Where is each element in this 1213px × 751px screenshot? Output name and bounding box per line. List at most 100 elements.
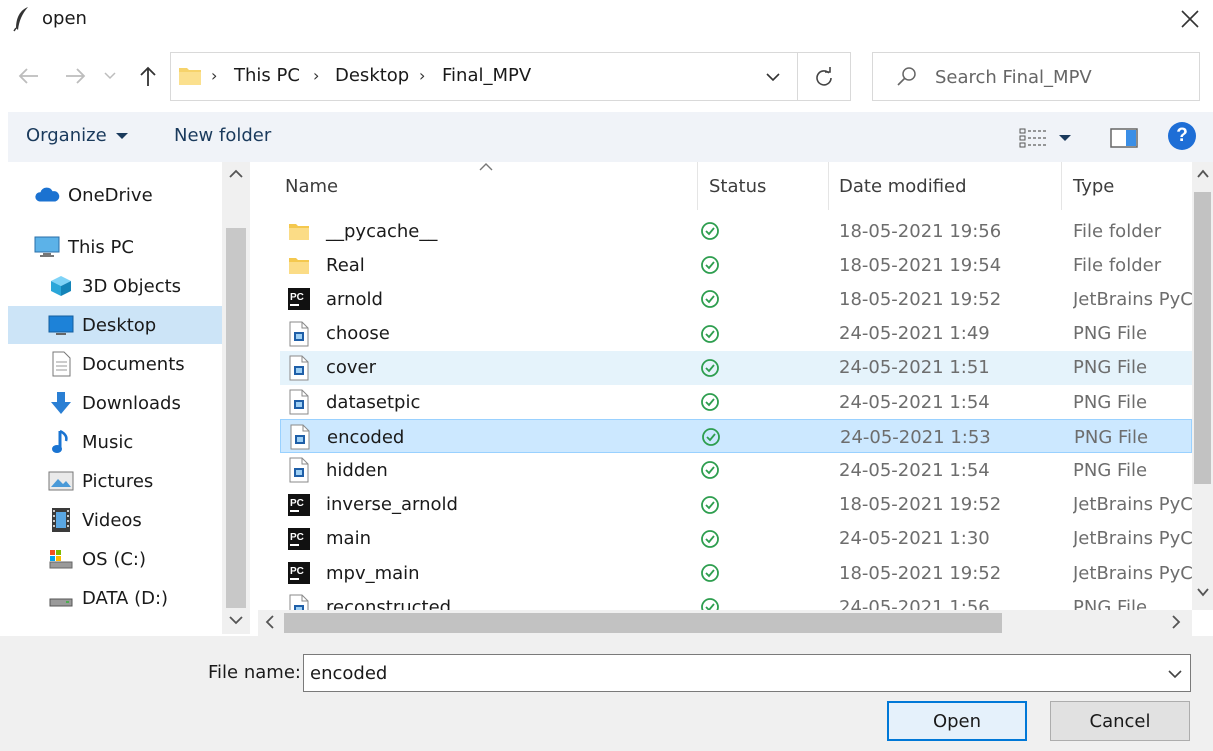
recent-locations-button[interactable] bbox=[100, 58, 120, 94]
file-type-cell: PNG File bbox=[1073, 391, 1148, 413]
file-row[interactable]: PC arnold 18-05-2021 19:52 JetBrains PyChar… bbox=[280, 282, 1192, 316]
nav-item-downloads[interactable]: Downloads bbox=[8, 384, 222, 422]
column-header-name[interactable]: Name bbox=[285, 162, 338, 210]
file-date-cell: 18-05-2021 19:56 bbox=[839, 220, 1002, 242]
preview-pane-button[interactable] bbox=[1108, 124, 1140, 152]
scroll-down-icon[interactable] bbox=[1196, 586, 1210, 598]
file-row[interactable]: hidden 24-05-2021 1:54 PNG File bbox=[280, 453, 1192, 487]
nav-item-videos[interactable]: Videos bbox=[8, 501, 222, 539]
scroll-down-icon[interactable] bbox=[228, 614, 244, 626]
folder-icon bbox=[286, 218, 312, 244]
file-status-cell bbox=[700, 214, 740, 248]
file-row[interactable]: reconstructed 24-05-2021 1:56 PNG File bbox=[280, 590, 1192, 610]
crumb-final-mpv[interactable]: Final_MPV bbox=[442, 65, 531, 86]
scrollbar-thumb[interactable] bbox=[1194, 192, 1211, 484]
refresh-button[interactable] bbox=[797, 52, 851, 101]
column-header-date-modified[interactable]: Date modified bbox=[839, 162, 967, 210]
pycharm-file-icon: PC bbox=[288, 493, 310, 516]
pycharm-file-icon: PC bbox=[288, 527, 310, 550]
folder-icon bbox=[289, 224, 309, 240]
file-type-cell: JetBrains PyCharm bbox=[1073, 528, 1192, 550]
forward-button[interactable] bbox=[62, 58, 90, 94]
scroll-right-icon[interactable] bbox=[1170, 614, 1182, 630]
png-icon bbox=[286, 389, 312, 415]
nav-item-3d-objects[interactable]: 3D Objects bbox=[8, 267, 222, 305]
nav-pane-scrollbar[interactable] bbox=[222, 162, 250, 634]
feather-app-icon bbox=[12, 6, 32, 32]
scroll-left-icon[interactable] bbox=[264, 614, 276, 630]
address-bar[interactable]: › This PC › Desktop › Final_MPV bbox=[170, 52, 798, 101]
address-dropdown-button[interactable] bbox=[761, 65, 785, 89]
nav-item-label: Downloads bbox=[82, 392, 181, 414]
png-icon bbox=[286, 355, 312, 381]
file-name-combobox[interactable] bbox=[303, 654, 1191, 692]
file-status-cell bbox=[700, 317, 740, 351]
file-row[interactable]: PC inverse_arnold 18-05-2021 19:52 JetBrain… bbox=[280, 488, 1192, 522]
file-date-cell: 18-05-2021 19:54 bbox=[839, 254, 1002, 276]
search-box[interactable] bbox=[872, 52, 1200, 101]
file-type-cell: JetBrains PyCharm bbox=[1073, 562, 1192, 584]
scrollbar-thumb[interactable] bbox=[226, 228, 246, 608]
up-button[interactable] bbox=[134, 58, 162, 94]
crumb-desktop[interactable]: Desktop bbox=[335, 65, 409, 86]
cancel-button[interactable]: Cancel bbox=[1050, 701, 1190, 741]
change-view-button[interactable] bbox=[1018, 124, 1082, 152]
nav-item-onedrive[interactable]: OneDrive bbox=[8, 176, 222, 214]
file-name-cell: reconstructed bbox=[286, 590, 696, 610]
refresh-icon bbox=[816, 66, 832, 86]
file-type-cell: PNG File bbox=[1073, 323, 1148, 345]
organize-label: Organize bbox=[26, 125, 107, 146]
sync-ok-icon bbox=[701, 256, 719, 275]
nav-item-data-d[interactable]: DATA (D:) bbox=[8, 579, 222, 617]
nav-item-music[interactable]: Music bbox=[8, 423, 222, 461]
help-button[interactable]: ? bbox=[1168, 122, 1196, 150]
file-row[interactable]: PC main 24-05-2021 1:30 JetBrains PyCharm bbox=[280, 522, 1192, 556]
file-date-cell: 24-05-2021 1:56 bbox=[839, 596, 990, 610]
nav-item-desktop[interactable]: Desktop bbox=[8, 306, 222, 344]
file-list-scrollbar[interactable] bbox=[1192, 162, 1213, 610]
crumb-separator-icon: › bbox=[313, 66, 320, 85]
nav-item-documents[interactable]: Documents bbox=[8, 345, 222, 383]
scroll-up-icon[interactable] bbox=[228, 168, 244, 180]
command-toolbar: Organize New folder ? bbox=[8, 112, 1213, 162]
column-divider[interactable] bbox=[697, 162, 698, 210]
nav-item-label: DATA (D:) bbox=[82, 587, 169, 609]
crumb-this-pc[interactable]: This PC bbox=[234, 65, 300, 86]
nav-item-pictures[interactable]: Pictures bbox=[8, 462, 222, 500]
back-button[interactable] bbox=[14, 58, 42, 94]
organize-button[interactable]: Organize bbox=[26, 125, 129, 146]
sync-ok-icon bbox=[702, 428, 720, 447]
search-input[interactable] bbox=[935, 63, 1185, 91]
png-icon bbox=[286, 321, 312, 347]
png-file-icon bbox=[289, 321, 309, 347]
file-row[interactable]: datasetpic 24-05-2021 1:54 PNG File bbox=[280, 385, 1192, 419]
nav-item-label: OneDrive bbox=[68, 184, 153, 206]
column-header-status[interactable]: Status bbox=[709, 162, 766, 210]
file-row[interactable]: encoded 24-05-2021 1:53 PNG File bbox=[280, 419, 1192, 454]
file-name-input[interactable] bbox=[310, 659, 1150, 687]
column-divider[interactable] bbox=[828, 162, 829, 210]
file-row[interactable]: PC mpv_main 18-05-2021 19:52 JetBrains PyCh… bbox=[280, 556, 1192, 590]
sync-ok-icon bbox=[701, 324, 719, 343]
close-button[interactable] bbox=[1172, 4, 1208, 34]
scrollbar-thumb[interactable] bbox=[284, 613, 1002, 633]
svg-text:PC: PC bbox=[290, 498, 304, 509]
nav-item-os-c[interactable]: OS (C:) bbox=[8, 540, 222, 578]
scroll-up-icon[interactable] bbox=[1196, 168, 1210, 180]
nav-item-this-pc[interactable]: This PC bbox=[8, 228, 222, 266]
file-type-cell: JetBrains PyCharm bbox=[1073, 288, 1192, 310]
open-button[interactable]: Open bbox=[887, 701, 1027, 741]
file-status-cell bbox=[700, 385, 740, 419]
sync-ok-icon bbox=[701, 495, 719, 514]
file-row[interactable]: __pycache__ 18-05-2021 19:56 File folder bbox=[280, 214, 1192, 248]
column-header-type[interactable]: Type bbox=[1073, 162, 1114, 210]
file-row[interactable]: Real 18-05-2021 19:54 File folder bbox=[280, 248, 1192, 282]
file-row[interactable]: cover 24-05-2021 1:51 PNG File bbox=[280, 350, 1192, 385]
file-name-dropdown-button[interactable] bbox=[1164, 663, 1186, 685]
file-row[interactable]: choose 24-05-2021 1:49 PNG File bbox=[280, 317, 1192, 351]
nav-item-label: This PC bbox=[68, 236, 134, 258]
column-divider[interactable] bbox=[1061, 162, 1062, 210]
forward-arrow-icon bbox=[66, 68, 86, 84]
new-folder-button[interactable]: New folder bbox=[174, 125, 271, 146]
horizontal-scrollbar[interactable] bbox=[258, 610, 1192, 636]
